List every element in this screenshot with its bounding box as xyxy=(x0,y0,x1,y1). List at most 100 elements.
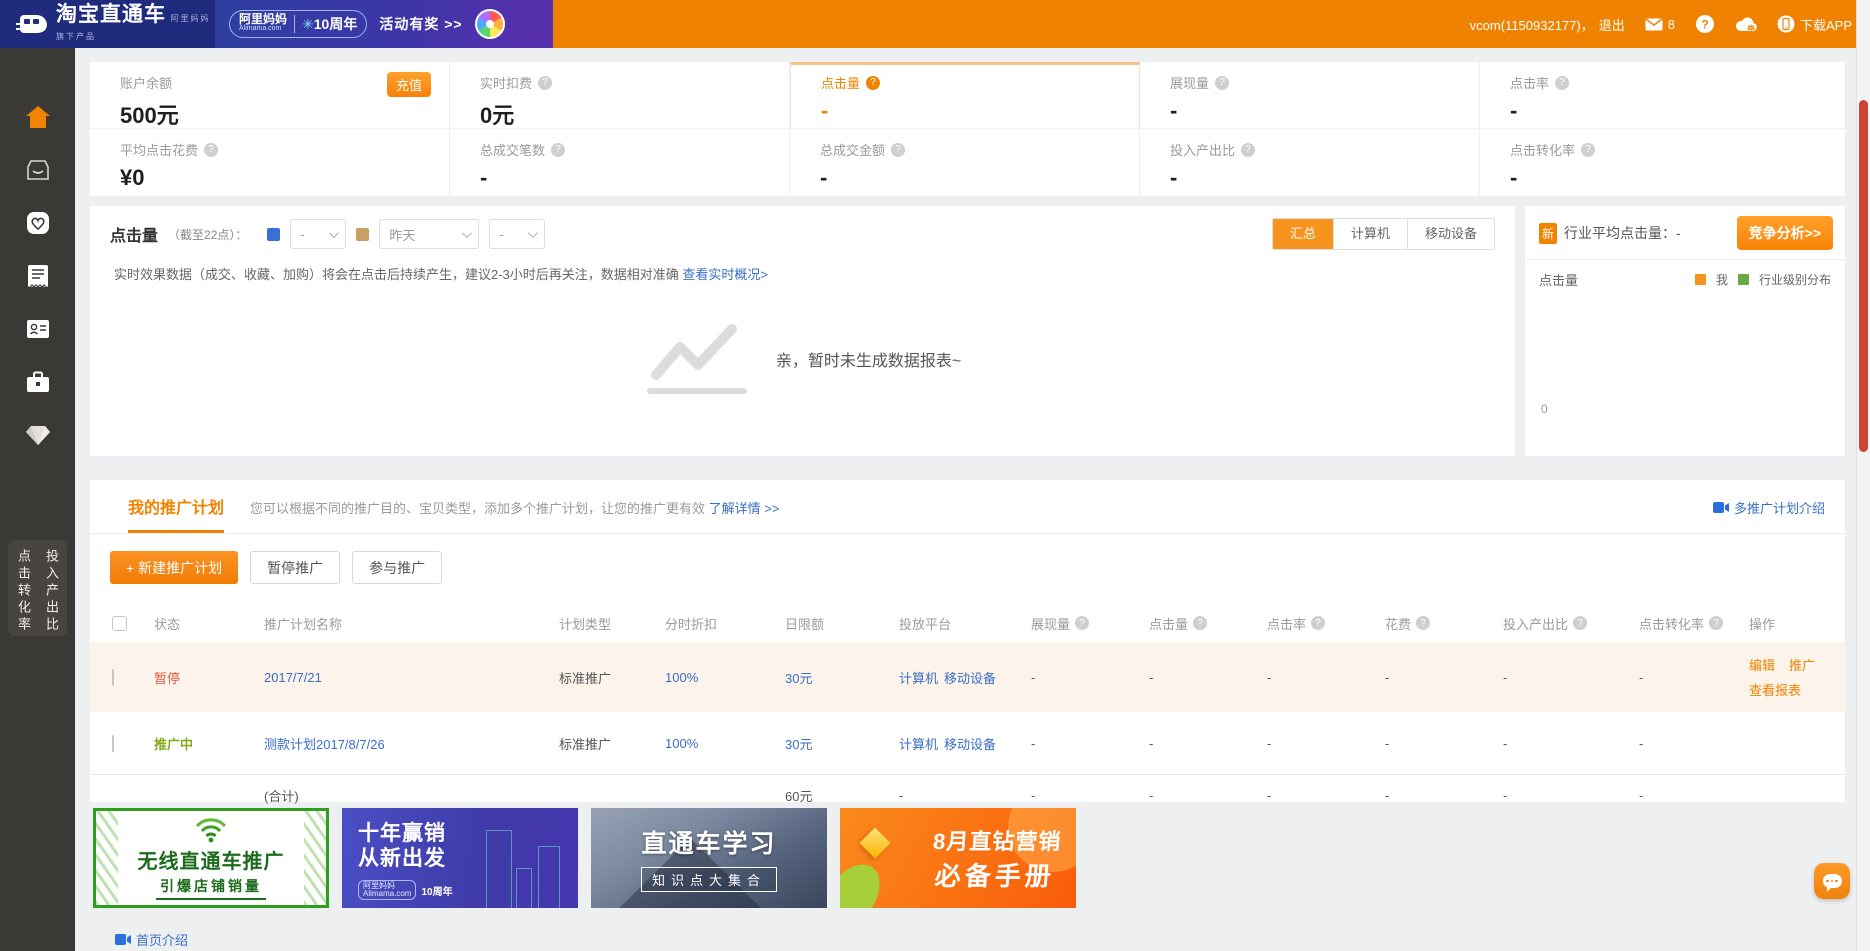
date-select[interactable]: 昨天 xyxy=(379,219,479,249)
help-icon[interactable]: ? xyxy=(1709,616,1723,630)
stat-impressions[interactable]: 展现量? - xyxy=(1140,62,1480,129)
promo-text: 活动有奖 >> xyxy=(379,14,462,34)
legend-me-label: 我 xyxy=(1716,271,1728,288)
tab-my-campaigns[interactable]: 我的推广计划 xyxy=(128,494,224,533)
stat-clicks[interactable]: 点击量? - xyxy=(790,62,1140,129)
help-icon[interactable]: ? xyxy=(1241,143,1255,157)
promote-link[interactable]: 推广 xyxy=(1789,655,1815,674)
top-header: 淘宝直通车 阿里妈妈旗下产品 阿里妈妈 Alimama.com ✳10周年 活动… xyxy=(0,0,1870,48)
daily-limit-link[interactable]: 30元 xyxy=(785,737,812,752)
select-all-checkbox[interactable] xyxy=(112,616,127,631)
multi-campaign-intro-link[interactable]: 多推广计划介绍 xyxy=(1713,498,1825,517)
help-icon[interactable]: ? xyxy=(551,143,565,157)
campaign-name-link[interactable]: 测款计划2017/8/7/26 xyxy=(264,737,385,752)
sidebar-item-shop[interactable] xyxy=(25,157,51,183)
daily-limit-link[interactable]: 30元 xyxy=(785,671,812,686)
new-badge: 新 xyxy=(1539,223,1557,244)
sidebar-item-favorites[interactable] xyxy=(25,210,51,236)
col-status: 状态 xyxy=(154,614,264,633)
stat-total-orders[interactable]: 总成交笔数? - xyxy=(450,129,790,196)
row-checkbox[interactable] xyxy=(112,669,114,686)
sidebar-item-reports[interactable] xyxy=(25,263,51,289)
banner-brand: 阿里妈妈Alimama.com xyxy=(358,880,416,900)
stat-ctr[interactable]: 点击率? - xyxy=(1480,62,1845,129)
help-icon[interactable]: ? xyxy=(538,76,552,90)
alimama-badge: 阿里妈妈 Alimama.com ✳10周年 xyxy=(229,10,367,38)
help-icon[interactable]: ? xyxy=(866,76,880,90)
realtime-overview-link[interactable]: 查看实时概况> xyxy=(682,267,768,282)
cloud-button[interactable]: 云 xyxy=(1735,16,1757,32)
mail-count: 8 xyxy=(1668,17,1675,32)
competition-analysis-button[interactable]: 竞争分析>> xyxy=(1737,216,1833,250)
metric-select[interactable]: - xyxy=(290,219,346,249)
stat-realtime-cost[interactable]: 实时扣费? 0元 xyxy=(450,62,790,129)
logo[interactable]: 淘宝直通车 阿里妈妈旗下产品 xyxy=(0,0,215,48)
help-icon[interactable]: ? xyxy=(1215,76,1229,90)
help-icon[interactable]: ? xyxy=(1581,143,1595,157)
sidebar-item-gem[interactable] xyxy=(25,422,51,448)
platform-mobile-link[interactable]: 移动设备 xyxy=(944,734,996,753)
help-icon[interactable]: ? xyxy=(1193,616,1207,630)
recharge-button[interactable]: 充值 xyxy=(387,72,431,97)
edit-link[interactable]: 编辑 xyxy=(1749,655,1775,674)
help-icon[interactable]: ? xyxy=(1573,616,1587,630)
join-campaign-button[interactable]: 参与推广 xyxy=(352,551,442,584)
col-daily-limit: 日限额 xyxy=(785,614,899,633)
compare-select[interactable]: - xyxy=(489,219,545,249)
help-icon[interactable]: ? xyxy=(891,143,905,157)
stat-total-amount[interactable]: 总成交金额? - xyxy=(790,129,1140,196)
platform-pc-link[interactable]: 计算机 xyxy=(899,668,938,687)
banner-learning[interactable]: 直通车学习 知识点大集合 xyxy=(591,808,827,908)
platform-pc-link[interactable]: 计算机 xyxy=(899,734,938,753)
learn-more-link[interactable]: 了解详情 >> xyxy=(709,501,780,516)
campaign-name-link[interactable]: 2017/7/21 xyxy=(264,670,322,685)
new-campaign-button[interactable]: + 新建推广计划 xyxy=(110,551,238,584)
tab-mobile[interactable]: 移动设备 xyxy=(1408,219,1494,249)
customer-service-button[interactable] xyxy=(1814,863,1850,899)
sidebar-item-home[interactable] xyxy=(25,104,51,130)
help-icon[interactable]: ? xyxy=(1075,616,1089,630)
row-checkbox[interactable] xyxy=(112,735,114,752)
help-button[interactable]: ? xyxy=(1695,14,1715,34)
chevron-down-icon xyxy=(329,228,339,238)
anniversary-banner[interactable]: 阿里妈妈 Alimama.com ✳10周年 活动有奖 >> xyxy=(215,0,553,48)
help-icon[interactable]: ? xyxy=(1416,616,1430,630)
banner-august-handbook[interactable]: 8月直钻营销 必备手册 xyxy=(840,808,1076,908)
homepage-intro-link[interactable]: 首页介绍 xyxy=(115,930,188,949)
summary-clicks: - xyxy=(1149,788,1267,803)
building-decoration xyxy=(538,846,560,908)
download-app-button[interactable]: 下载APP xyxy=(1777,15,1852,34)
pause-campaign-button[interactable]: 暂停推广 xyxy=(250,551,340,584)
mail-button[interactable]: 8 xyxy=(1645,17,1675,32)
banner-subtitle: 引爆店铺销量 xyxy=(156,876,266,900)
discount-link[interactable]: 100% xyxy=(665,736,698,751)
toolbox-icon xyxy=(26,371,50,393)
spark-icon: ✳ xyxy=(302,16,314,32)
discount-link[interactable]: 100% xyxy=(665,670,698,685)
stat-roi[interactable]: 投入产出比? - xyxy=(1140,129,1480,196)
help-icon[interactable]: ? xyxy=(1555,76,1569,90)
sidebar-metric-shortcuts[interactable]: 点击转化率 投入产出比 xyxy=(8,540,67,636)
platform-mobile-link[interactable]: 移动设备 xyxy=(944,668,996,687)
help-icon[interactable]: ? xyxy=(204,143,218,157)
col-discount: 分时折扣 xyxy=(665,614,785,633)
stat-avg-click-cost[interactable]: 平均点击花费? ¥0 xyxy=(90,129,450,196)
stat-account-balance[interactable]: 账户余额 500元 充值 xyxy=(90,62,450,129)
banner-anniversary[interactable]: 十年赢销 从新出发 阿里妈妈Alimama.com 10周年 xyxy=(342,808,578,908)
logout-link[interactable]: 退出 xyxy=(1599,15,1625,34)
scrollbar-thumb[interactable] xyxy=(1859,100,1868,452)
scrollbar[interactable] xyxy=(1856,0,1870,951)
metric-roi: - xyxy=(1503,670,1639,685)
sidebar-item-tools[interactable] xyxy=(25,369,51,395)
banner-wireless-promo[interactable]: 无线直通车推广 引爆店铺销量 xyxy=(93,808,329,908)
left-sidebar: 点击转化率 投入产出比 xyxy=(0,48,75,951)
stat-conversion-rate[interactable]: 点击转化率? - xyxy=(1480,129,1845,196)
view-report-link[interactable]: 查看报表 xyxy=(1749,680,1837,699)
help-icon[interactable]: ? xyxy=(1311,616,1325,630)
chart-title-suffix: （截至22点）： xyxy=(168,226,247,243)
tab-summary[interactable]: 汇总 xyxy=(1273,219,1334,249)
sidebar-item-account[interactable] xyxy=(25,316,51,342)
alimama-brand-en: Alimama.com xyxy=(239,24,287,34)
tab-computer[interactable]: 计算机 xyxy=(1334,219,1408,249)
shop-icon xyxy=(26,159,50,181)
